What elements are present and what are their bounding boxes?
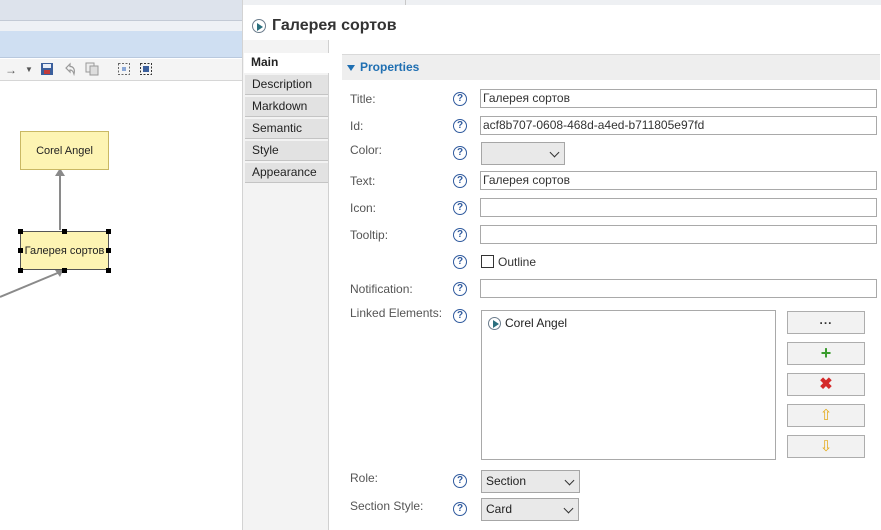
copy-icon[interactable]: [84, 62, 100, 78]
help-icon[interactable]: ?: [453, 119, 467, 133]
browse-button[interactable]: ...: [787, 311, 865, 334]
help-icon[interactable]: ?: [453, 309, 467, 323]
color-select[interactable]: [481, 142, 565, 165]
node-label: Галерея сортов: [24, 244, 105, 257]
help-icon[interactable]: ?: [453, 255, 467, 269]
resize-handle[interactable]: [18, 268, 23, 273]
text-label: Text:: [350, 174, 376, 188]
resize-handle[interactable]: [62, 268, 67, 273]
diagram-canvas[interactable]: Corel Angel Галерея сортов: [0, 82, 242, 530]
title-label: Title:: [350, 92, 376, 106]
collapse-arrow-icon[interactable]: [347, 65, 355, 71]
outline-checkbox[interactable]: [481, 255, 494, 268]
arrow-down-icon: ⇩: [819, 438, 833, 455]
diagram-node[interactable]: Corel Angel: [20, 131, 109, 170]
properties-section-header[interactable]: Properties: [342, 54, 880, 80]
diagram-editor: → ▼ Corel Angel Галерея сортов: [0, 0, 242, 530]
section-style-label: Section Style:: [350, 499, 424, 513]
resize-handle[interactable]: [62, 229, 67, 234]
element-play-icon: [488, 316, 501, 330]
tab-style[interactable]: Style: [245, 141, 328, 161]
diagram-toolbar: → ▼: [0, 59, 242, 81]
tab-description[interactable]: Description: [245, 75, 328, 95]
properties-view: Галерея сортов Main Description Markdown…: [242, 0, 881, 530]
plus-icon: +: [820, 343, 832, 363]
delete-icon: ✖: [819, 376, 833, 393]
help-icon[interactable]: ?: [453, 474, 467, 488]
icon-field[interactable]: [480, 198, 877, 217]
chevron-down-icon: [564, 475, 575, 486]
save-diagram-icon[interactable]: [39, 62, 55, 78]
notification-field[interactable]: [480, 279, 877, 298]
chevron-down-icon: [563, 503, 574, 514]
tooltip-field[interactable]: [480, 225, 877, 244]
help-icon[interactable]: ?: [453, 201, 467, 215]
list-item[interactable]: Corel Angel: [488, 316, 567, 330]
icon-label: Icon:: [350, 201, 377, 215]
linked-elements-list[interactable]: Corel Angel: [481, 310, 776, 460]
section-title: Properties: [360, 60, 420, 74]
section-style-select[interactable]: Card: [481, 498, 579, 521]
title-field[interactable]: Галерея сортов: [480, 89, 877, 108]
resize-handle[interactable]: [106, 229, 111, 234]
node-label: Corel Angel: [36, 144, 93, 157]
tooltip-label: Tooltip:: [350, 228, 389, 242]
help-icon[interactable]: ?: [453, 174, 467, 188]
notification-label: Notification:: [350, 282, 413, 296]
help-icon[interactable]: ?: [453, 92, 467, 106]
resize-handle[interactable]: [106, 268, 111, 273]
resize-handle[interactable]: [18, 248, 23, 253]
marquee-select-icon[interactable]: [138, 62, 154, 78]
dropdown-arrow-icon[interactable]: ▼: [21, 62, 37, 78]
list-item-label: Corel Angel: [505, 316, 568, 330]
strip-divider: [405, 0, 406, 5]
chevron-down-icon: [549, 147, 560, 158]
properties-header: Галерея сортов: [252, 15, 397, 37]
tab-markdown[interactable]: Markdown: [245, 97, 328, 117]
add-button[interactable]: +: [787, 342, 865, 365]
tab-semantic[interactable]: Semantic: [245, 119, 328, 139]
text-field[interactable]: Галерея сортов: [480, 171, 877, 190]
color-label: Color:: [350, 143, 383, 157]
properties-tabs: Main Description Markdown Semantic Style…: [243, 40, 330, 530]
arrow-up-icon: ⇧: [819, 407, 833, 424]
role-label: Role:: [350, 471, 379, 485]
element-play-icon: [252, 19, 266, 33]
id-field[interactable]: acf8b707-0608-468d-a4ed-b711805e97fd: [480, 116, 877, 135]
help-icon[interactable]: ?: [453, 228, 467, 242]
view-top-strip: [243, 0, 881, 5]
diagram-node-selected[interactable]: Галерея сортов: [20, 231, 109, 270]
id-label: Id:: [350, 119, 364, 133]
ellipsis-icon: ...: [819, 313, 833, 327]
resize-handle[interactable]: [18, 229, 23, 234]
outline-label[interactable]: Outline: [498, 255, 536, 269]
help-icon[interactable]: ?: [453, 502, 467, 516]
editor-tab-band: [0, 31, 242, 58]
linked-elements-label: Linked Elements:: [350, 306, 443, 320]
properties-title: Галерея сортов: [272, 17, 397, 34]
section-style-value: Card: [486, 502, 513, 516]
role-select[interactable]: Section: [481, 470, 580, 493]
app-window: → ▼ Corel Angel Галерея сортов Галерея с…: [0, 0, 881, 530]
help-icon[interactable]: ?: [453, 146, 467, 160]
undo-icon[interactable]: [62, 62, 78, 78]
arrow-right-icon[interactable]: →: [3, 62, 19, 78]
move-down-button[interactable]: ⇩: [787, 435, 865, 458]
help-icon[interactable]: ?: [453, 282, 467, 296]
editor-header-band: [0, 0, 242, 20]
remove-button[interactable]: ✖: [787, 373, 865, 396]
tab-appearance[interactable]: Appearance: [245, 163, 328, 183]
resize-handle[interactable]: [106, 248, 111, 253]
role-select-value: Section: [486, 474, 527, 488]
select-all-icon[interactable]: [116, 62, 132, 78]
move-up-button[interactable]: ⇧: [787, 404, 865, 427]
tab-main[interactable]: Main: [244, 53, 330, 73]
editor-subheader-band: [0, 21, 242, 31]
